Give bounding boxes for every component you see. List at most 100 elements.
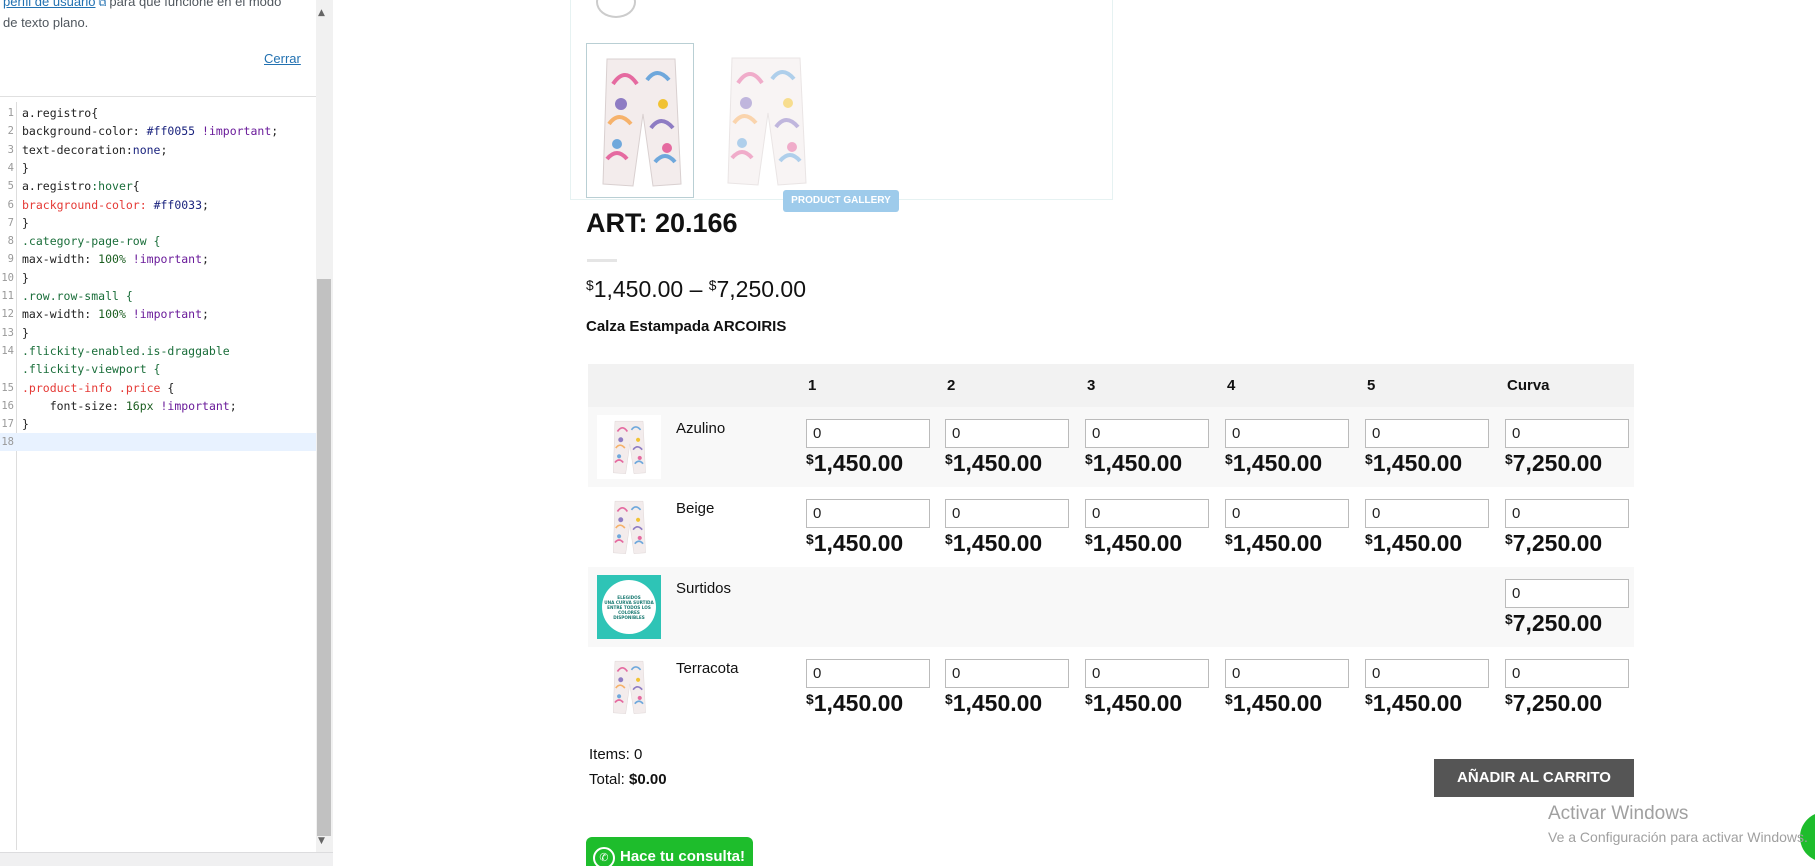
cart-total: Total: $0.00 <box>589 771 667 788</box>
quantity-input[interactable]: 0 <box>1365 499 1489 528</box>
variation-price: $7,250.00 <box>1505 530 1603 556</box>
line-number: 9 <box>7 253 14 266</box>
quantity-input[interactable]: 0 <box>945 659 1069 688</box>
code-line[interactable]: 11 .row.row-small { <box>0 287 316 305</box>
code-text: brackground-color: #ff0033; <box>22 197 209 212</box>
quantity-input[interactable]: 0 <box>945 499 1069 528</box>
quantity-input[interactable]: 0 <box>1225 419 1349 448</box>
css-editor-panel: perfil de usuario ⧉ para que funcione en e… <box>0 0 333 866</box>
code-line[interactable]: 13} <box>0 324 316 342</box>
code-line[interactable]: .flickity-viewport { <box>0 360 316 378</box>
scrollbar-thumb[interactable] <box>317 279 331 836</box>
code-line[interactable]: 15 .product-info .price { <box>0 379 316 397</box>
close-link[interactable]: Cerrar <box>264 51 301 66</box>
quantity-input[interactable]: 0 <box>1225 659 1349 688</box>
windows-activation-subtitle: Ve a Configuración para activar Windows. <box>1548 829 1808 845</box>
line-number: 10 <box>1 271 14 284</box>
pants-image-icon <box>726 56 808 187</box>
quantity-input[interactable]: 0 <box>806 419 930 448</box>
scroll-up-arrow-icon[interactable]: ▲ <box>318 8 325 18</box>
code-line[interactable]: 6 brackground-color: #ff0033; <box>0 196 316 214</box>
variation-price: $1,450.00 <box>1085 450 1183 476</box>
quantity-input[interactable]: 0 <box>1225 499 1349 528</box>
code-line[interactable]: 7} <box>0 214 316 232</box>
quantity-input[interactable]: 0 <box>1505 419 1629 448</box>
variation-price: $1,450.00 <box>806 690 904 716</box>
quantity-input[interactable]: 0 <box>1505 659 1629 688</box>
code-text: .product-info .price { <box>22 380 175 395</box>
whatsapp-icon: ✆ <box>593 847 615 866</box>
code-line[interactable]: 4} <box>0 159 316 177</box>
variation-price: $1,450.00 <box>1225 530 1323 556</box>
variation-name: Azulino <box>676 420 726 437</box>
code-line[interactable]: 2 background-color: #ff0055 !important; <box>0 122 316 140</box>
variation-price: $7,250.00 <box>1505 690 1603 716</box>
variation-price: $1,450.00 <box>806 530 904 556</box>
quantity-input[interactable]: 0 <box>1365 419 1489 448</box>
variation-price: $7,250.00 <box>1505 450 1603 476</box>
user-profile-link[interactable]: perfil de usuario <box>3 0 96 9</box>
windows-activation-title: Activar Windows <box>1548 803 1689 824</box>
quantity-input[interactable]: 0 <box>1085 499 1209 528</box>
title-divider <box>587 259 617 262</box>
column-header: 3 <box>1087 377 1096 394</box>
quantity-input[interactable]: 0 <box>1365 659 1489 688</box>
variation-image[interactable] <box>597 495 661 559</box>
table-header: 1 2 3 4 5 Curva <box>588 364 1634 407</box>
code-text: .row.row-small { <box>22 289 133 303</box>
variation-price: $7,250.00 <box>1505 610 1603 636</box>
variation-image[interactable] <box>597 655 661 719</box>
code-text: max-width: 100% !important; <box>22 307 209 322</box>
variation-price: $1,450.00 <box>1225 690 1323 716</box>
code-text: background-color: #ff0055 !important; <box>22 124 279 139</box>
code-line[interactable]: 8 .category-page-row { <box>0 232 316 250</box>
quantity-input[interactable]: 0 <box>806 499 930 528</box>
line-number: 18 <box>1 436 14 449</box>
panel-note-text: para que funcione en el modo <box>109 0 282 9</box>
price-to: 7,250.00 <box>716 276 807 302</box>
quantity-input[interactable]: 0 <box>1085 659 1209 688</box>
variation-name: Surtidos <box>676 580 732 597</box>
line-number: 8 <box>7 235 14 248</box>
line-number: 4 <box>7 161 14 174</box>
code-text: a.registro:hover{ <box>22 179 140 194</box>
code-line[interactable]: 17} <box>0 415 316 433</box>
code-text: a.registro{ <box>22 106 99 120</box>
code-line[interactable]: 14 .flickity-enabled.is-draggable <box>0 342 316 360</box>
variation-price: $1,450.00 <box>945 530 1043 556</box>
code-line[interactable]: 1 a.registro{ <box>0 104 316 122</box>
quantity-input[interactable]: 0 <box>1505 579 1629 608</box>
line-number: 14 <box>1 344 14 357</box>
code-line[interactable]: 12 max-width: 100% !important; <box>0 305 316 323</box>
variation-price: $1,450.00 <box>945 450 1043 476</box>
code-line[interactable]: 18 <box>0 433 316 452</box>
quantity-input[interactable]: 0 <box>945 419 1069 448</box>
scroll-down-arrow-icon[interactable]: ▼ <box>318 836 325 846</box>
price-from: 1,450.00 <box>593 276 684 302</box>
code-line[interactable]: 5 a.registro:hover{ <box>0 177 316 195</box>
table-row: Beige 0 $1,450.00 0 $1,450.00 0 $1,450.00 0 $1,4… <box>588 487 1634 567</box>
quantity-input[interactable]: 0 <box>806 659 930 688</box>
table-row: ELEGIDOS UNA CURVA SURTIDA ENTRE TODOS LOS… <box>588 567 1634 647</box>
column-header: 5 <box>1367 377 1376 394</box>
code-text: } <box>22 417 29 432</box>
code-line[interactable]: 16 font-size: 16px !important; <box>0 397 316 415</box>
pants-image-icon <box>601 57 683 188</box>
variation-image[interactable] <box>597 415 661 479</box>
variation-image[interactable]: ELEGIDOS UNA CURVA SURTIDA ENTRE TODOS LOS… <box>597 575 661 639</box>
quantity-input[interactable]: 0 <box>1505 499 1629 528</box>
code-text: .flickity-enabled.is-draggable <box>22 343 230 358</box>
code-line[interactable]: 9 max-width: 100% !important; <box>0 250 316 268</box>
code-editor[interactable]: 1 a.registro{ 2 background-color: #ff0055 !… <box>0 102 316 850</box>
product-short-description: Calza Estampada ARCOIRIS <box>586 318 787 335</box>
add-to-cart-button[interactable]: AÑADIR AL CARRITO <box>1434 759 1634 797</box>
line-number: 7 <box>7 216 14 229</box>
code-line[interactable]: 10} <box>0 269 316 287</box>
gallery-thumbnail-2[interactable] <box>712 43 820 198</box>
variation-price: $1,450.00 <box>1365 450 1463 476</box>
line-number: 3 <box>7 143 14 156</box>
code-line[interactable]: 3 text-decoration:none; <box>0 141 316 159</box>
quantity-input[interactable]: 0 <box>1085 419 1209 448</box>
gallery-thumbnail-1[interactable] <box>586 43 694 198</box>
line-number: 2 <box>7 125 14 138</box>
